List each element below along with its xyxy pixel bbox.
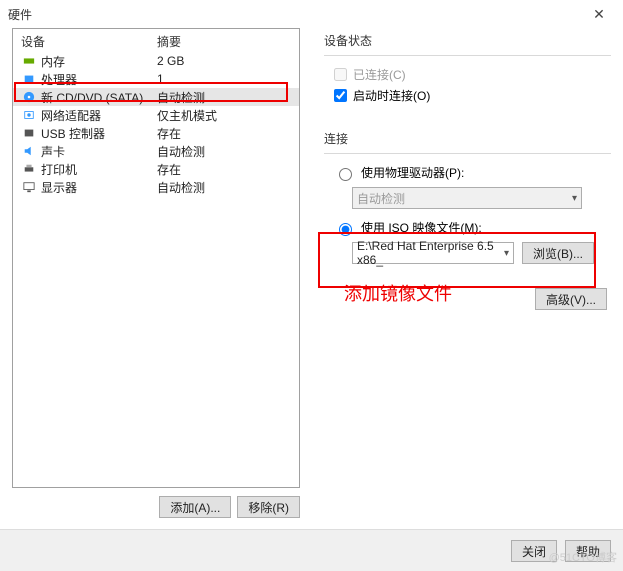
sound-icon xyxy=(21,144,37,158)
device-name: 新 CD/DVD (SATA) xyxy=(41,89,157,106)
iso-file-radio[interactable]: 使用 ISO 映像文件(M): xyxy=(334,219,611,236)
device-row[interactable]: 打印机存在 xyxy=(13,160,299,178)
usb-icon xyxy=(21,126,37,140)
advanced-button[interactable]: 高级(V)... xyxy=(535,288,607,310)
device-row[interactable]: 新 CD/DVD (SATA)自动检测 xyxy=(13,88,299,106)
device-summary: 存在 xyxy=(157,125,181,142)
chevron-down-icon: ▾ xyxy=(572,193,577,204)
physical-drive-radio[interactable]: 使用物理驱动器(P): xyxy=(334,164,611,181)
annotation-text: 添加镜像文件 xyxy=(344,280,452,306)
device-row[interactable]: 显示器自动检测 xyxy=(13,178,299,196)
display-icon xyxy=(21,180,37,194)
browse-button[interactable]: 浏览(B)... xyxy=(522,242,594,264)
close-icon[interactable]: ✕ xyxy=(583,6,615,23)
device-summary: 2 GB xyxy=(157,54,184,68)
dialog-footer: 关闭 帮助 @51CTO博客 xyxy=(0,529,623,571)
remove-button[interactable]: 移除(R) xyxy=(237,496,300,518)
connect-on-start-checkbox[interactable]: 启动时连接(O) xyxy=(334,87,611,104)
col-device: 设备 xyxy=(21,33,157,50)
net-icon xyxy=(21,108,37,122)
device-summary: 自动检测 xyxy=(157,179,205,196)
device-summary: 自动检测 xyxy=(157,89,205,106)
device-name: 内存 xyxy=(41,53,157,70)
chevron-down-icon: ▾ xyxy=(504,248,509,259)
device-row[interactable]: 处理器1 xyxy=(13,70,299,88)
device-summary: 1 xyxy=(157,72,164,86)
device-name: 显示器 xyxy=(41,179,157,196)
device-row[interactable]: USB 控制器存在 xyxy=(13,124,299,142)
device-name: USB 控制器 xyxy=(41,125,157,142)
status-title: 设备状态 xyxy=(324,32,611,49)
printer-icon xyxy=(21,162,37,176)
device-list: 设备 摘要 内存2 GB处理器1新 CD/DVD (SATA)自动检测网络适配器… xyxy=(12,28,300,488)
connection-title: 连接 xyxy=(324,130,611,147)
connected-checkbox[interactable]: 已连接(C) xyxy=(334,66,611,83)
device-row[interactable]: 网络适配器仅主机模式 xyxy=(13,106,299,124)
device-name: 网络适配器 xyxy=(41,107,157,124)
window-title: 硬件 xyxy=(8,6,583,23)
device-name: 打印机 xyxy=(41,161,157,178)
device-name: 处理器 xyxy=(41,71,157,88)
device-row[interactable]: 声卡自动检测 xyxy=(13,142,299,160)
device-summary: 存在 xyxy=(157,161,181,178)
watermark: @51CTO博客 xyxy=(549,549,617,565)
add-button[interactable]: 添加(A)... xyxy=(159,496,231,518)
physical-drive-select: 自动检测 ▾ xyxy=(352,187,582,209)
disc-icon xyxy=(21,90,37,104)
cpu-icon xyxy=(21,72,37,86)
device-summary: 自动检测 xyxy=(157,143,205,160)
col-summary: 摘要 xyxy=(157,33,181,50)
memory-icon xyxy=(21,54,37,68)
device-summary: 仅主机模式 xyxy=(157,107,217,124)
device-row[interactable]: 内存2 GB xyxy=(13,52,299,70)
device-name: 声卡 xyxy=(41,143,157,160)
iso-path-select[interactable]: E:\Red Hat Enterprise 6.5 x86_ ▾ xyxy=(352,242,514,264)
